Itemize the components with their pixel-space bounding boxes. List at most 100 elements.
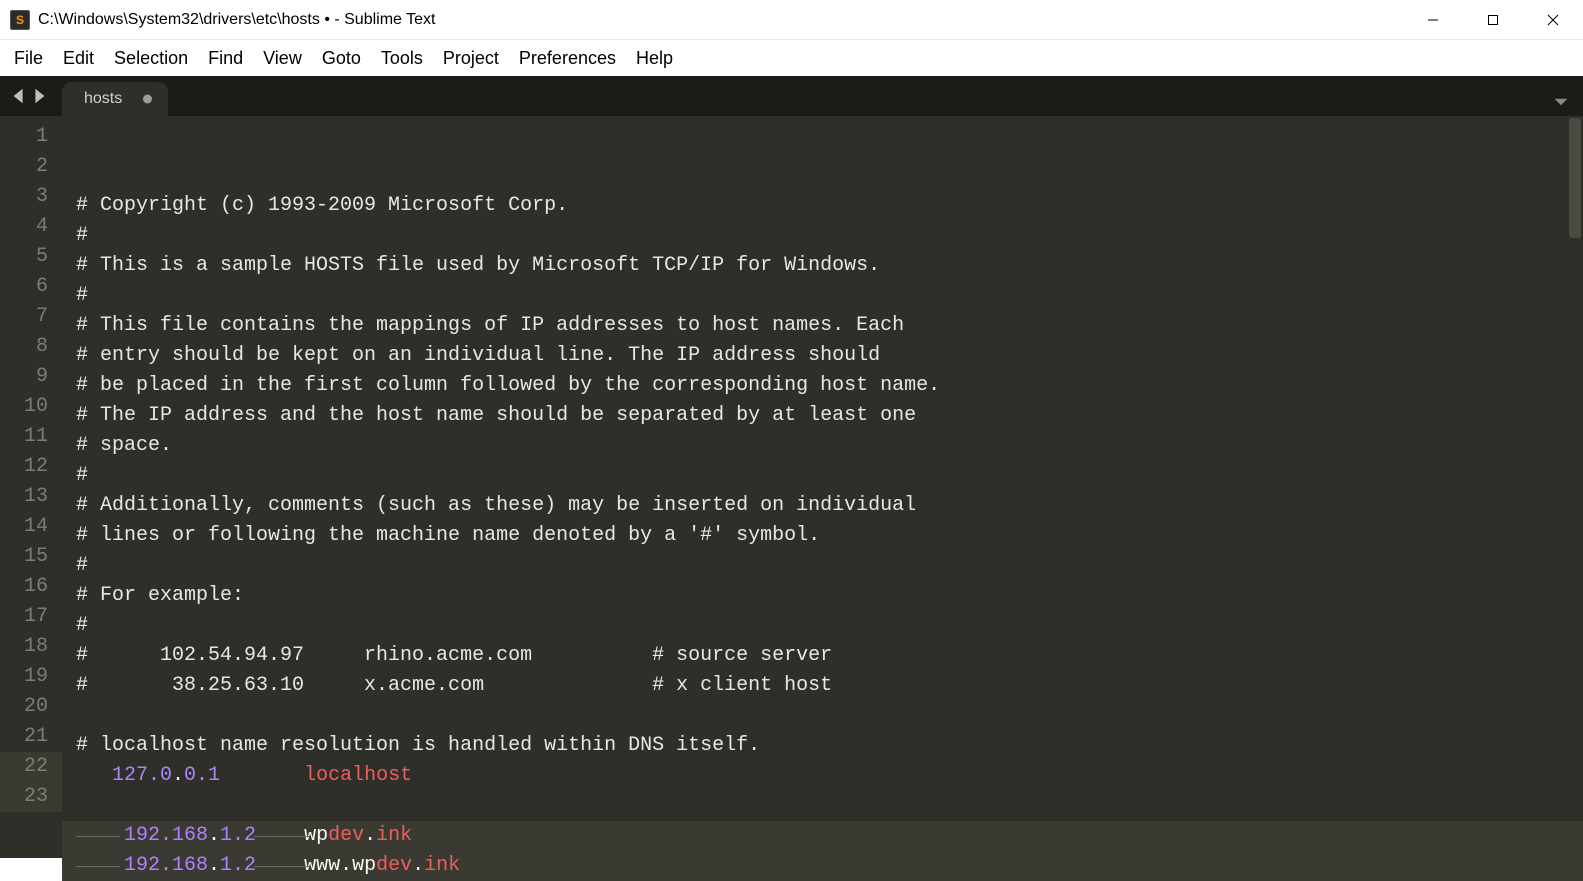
window-minimize-button[interactable] [1403, 0, 1463, 39]
code-token: . [208, 854, 220, 877]
code-line[interactable]: # lines or following the machine name de… [62, 521, 1583, 551]
code-line[interactable]: # Copyright (c) 1993-2009 Microsoft Corp… [62, 191, 1583, 221]
code-token: # This file contains the mappings of IP … [76, 314, 904, 337]
tab-strip: hosts [0, 76, 1583, 116]
code-token: # [76, 464, 88, 487]
app-icon: S [10, 10, 30, 30]
code-line[interactable]: # space. [62, 431, 1583, 461]
code-area[interactable]: # Copyright (c) 1993-2009 Microsoft Corp… [62, 116, 1583, 858]
code-token: 127.0 [112, 764, 172, 787]
code-token: 0.1 [184, 764, 220, 787]
code-token: 1.2 [220, 854, 256, 877]
line-number: 2 [0, 152, 62, 182]
line-number: 12 [0, 452, 62, 482]
code-token: . [172, 764, 184, 787]
code-line[interactable]: # localhost name resolution is handled w… [62, 731, 1583, 761]
code-line[interactable]: 192.168.1.2 www.wpdev.ink [62, 851, 1583, 881]
code-line[interactable] [62, 701, 1583, 731]
line-number: 9 [0, 362, 62, 392]
code-token: # space. [76, 434, 172, 457]
code-token: 192.168 [124, 824, 208, 847]
code-line[interactable]: # [62, 281, 1583, 311]
indent-guide [254, 836, 310, 837]
code-line[interactable]: # For example: [62, 581, 1583, 611]
code-token: ink [424, 854, 460, 877]
code-token: # [76, 614, 88, 637]
menu-item-selection[interactable]: Selection [104, 44, 198, 73]
code-token: # Additionally, comments (such as these)… [76, 494, 916, 517]
code-line[interactable]: # 102.54.94.97 rhino.acme.com # source s… [62, 641, 1583, 671]
code-line[interactable]: # This file contains the mappings of IP … [62, 311, 1583, 341]
code-token [220, 764, 304, 787]
code-token: localhost [304, 764, 412, 787]
code-token: # lines or following the machine name de… [76, 524, 820, 547]
line-number: 19 [0, 662, 62, 692]
indent-guide [76, 836, 120, 837]
menu-item-edit[interactable]: Edit [53, 44, 104, 73]
window-close-button[interactable] [1523, 0, 1583, 39]
menu-item-project[interactable]: Project [433, 44, 509, 73]
menu-item-file[interactable]: File [4, 44, 53, 73]
line-number: 14 [0, 512, 62, 542]
code-line[interactable]: 192.168.1.2 wpdev.ink [62, 821, 1583, 851]
line-number: 8 [0, 332, 62, 362]
code-token: # [76, 554, 88, 577]
indent-guide [254, 866, 310, 867]
code-token: . [208, 824, 220, 847]
dirty-indicator-icon [143, 95, 152, 104]
code-line[interactable]: # This is a sample HOSTS file used by Mi… [62, 251, 1583, 281]
menu-item-preferences[interactable]: Preferences [509, 44, 626, 73]
code-token: # This is a sample HOSTS file used by Mi… [76, 254, 880, 277]
line-number: 10 [0, 392, 62, 422]
window-controls [1403, 0, 1583, 39]
line-number: 5 [0, 242, 62, 272]
menu-item-help[interactable]: Help [626, 44, 683, 73]
line-number: 22 [0, 752, 62, 782]
line-number: 6 [0, 272, 62, 302]
code-line[interactable]: # be placed in the first column followed… [62, 371, 1583, 401]
code-line[interactable]: # 38.25.63.10 x.acme.com # x client host [62, 671, 1583, 701]
line-number: 17 [0, 602, 62, 632]
line-number: 23 [0, 782, 62, 812]
code-line[interactable]: # [62, 551, 1583, 581]
code-line[interactable]: # entry should be kept on an individual … [62, 341, 1583, 371]
window-title: C:\Windows\System32\drivers\etc\hosts • … [38, 11, 435, 29]
line-number: 3 [0, 182, 62, 212]
code-token: . [364, 824, 376, 847]
tab-overflow-button[interactable] [1553, 94, 1583, 116]
menu-item-goto[interactable]: Goto [312, 44, 371, 73]
code-line[interactable]: 127.0.0.1 localhost [62, 761, 1583, 791]
code-token: # Copyright (c) 1993-2009 Microsoft Corp… [76, 194, 568, 217]
nav-back-icon[interactable] [10, 87, 28, 110]
code-token: dev [328, 824, 364, 847]
line-number: 13 [0, 482, 62, 512]
line-number: 18 [0, 632, 62, 662]
menu-item-tools[interactable]: Tools [371, 44, 433, 73]
code-token: 1.2 [220, 824, 256, 847]
window-maximize-button[interactable] [1463, 0, 1523, 39]
code-line[interactable] [62, 791, 1583, 821]
code-token: # 102.54.94.97 rhino.acme.com # source s… [76, 644, 832, 667]
code-token: . [412, 854, 424, 877]
line-number: 15 [0, 542, 62, 572]
code-line[interactable]: # [62, 221, 1583, 251]
code-token: ink [376, 824, 412, 847]
code-token [76, 764, 112, 787]
code-token: # [76, 224, 88, 247]
nav-forward-icon[interactable] [30, 87, 48, 110]
menu-item-find[interactable]: Find [198, 44, 253, 73]
line-number: 11 [0, 422, 62, 452]
line-number: 4 [0, 212, 62, 242]
code-token: # 38.25.63.10 x.acme.com # x client host [76, 674, 832, 697]
code-token: # [76, 284, 88, 307]
tab-hosts[interactable]: hosts [62, 82, 168, 116]
code-line[interactable]: # The IP address and the host name shoul… [62, 401, 1583, 431]
code-line[interactable]: # Additionally, comments (such as these)… [62, 491, 1583, 521]
editor[interactable]: 1234567891011121314151617181920212223 # … [0, 116, 1583, 858]
window-titlebar: S C:\Windows\System32\drivers\etc\hosts … [0, 0, 1583, 40]
line-number: 7 [0, 302, 62, 332]
line-number: 20 [0, 692, 62, 722]
code-line[interactable]: # [62, 461, 1583, 491]
code-line[interactable]: # [62, 611, 1583, 641]
menu-item-view[interactable]: View [253, 44, 312, 73]
